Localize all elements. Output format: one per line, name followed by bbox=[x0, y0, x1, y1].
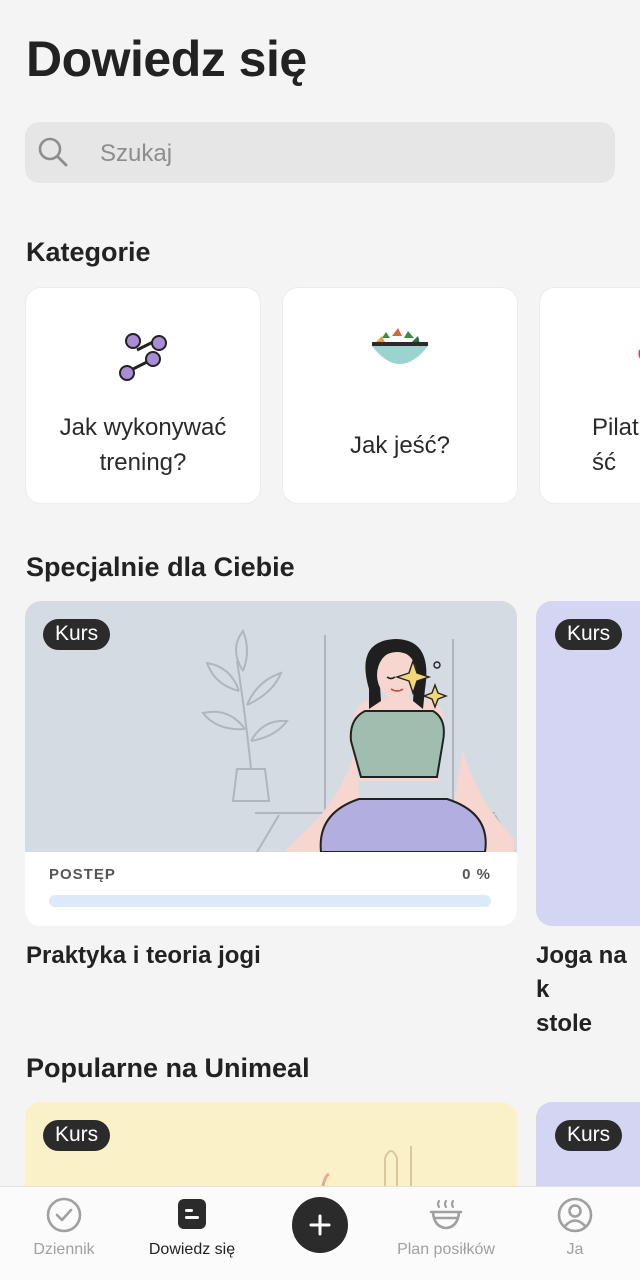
category-label: Pilat ść bbox=[592, 414, 639, 476]
tab-profile[interactable]: Ja bbox=[511, 1187, 639, 1280]
tab-meal-plan[interactable]: Plan posiłków bbox=[382, 1187, 510, 1280]
tab-learn[interactable]: Dowiedz się bbox=[128, 1187, 256, 1280]
illustration-fragment bbox=[321, 1146, 412, 1186]
category-label: Jak jeść? bbox=[349, 432, 451, 459]
course-card-chair-yoga[interactable]: Kurs bbox=[536, 601, 640, 926]
search-input[interactable]: Szukaj bbox=[25, 122, 615, 183]
profile-icon bbox=[557, 1197, 593, 1233]
plus-icon bbox=[309, 1214, 331, 1236]
progress-value: 0 % bbox=[462, 866, 491, 883]
tab-label: Plan posiłków bbox=[397, 1241, 495, 1258]
check-circle-icon bbox=[46, 1197, 82, 1233]
learn-icon bbox=[178, 1199, 206, 1229]
course-card-yoga[interactable]: Kurs POSTĘP 0 % bbox=[25, 601, 517, 926]
course-badge: Kurs bbox=[555, 1120, 623, 1151]
tab-label: Dziennik bbox=[33, 1241, 95, 1258]
category-card-training[interactable]: Jak wykonywać trening? bbox=[25, 287, 261, 504]
category-card-pilates[interactable]: Pilat ść bbox=[539, 287, 640, 504]
search-icon bbox=[38, 137, 68, 167]
progress-bar bbox=[49, 895, 491, 907]
bottom-tab-bar: Dziennik Dowiedz się Plan posiłków Ja bbox=[0, 1186, 640, 1280]
search-placeholder: Szukaj bbox=[100, 140, 173, 167]
course-badge: Kurs bbox=[43, 619, 111, 650]
progress-label: POSTĘP bbox=[49, 866, 116, 883]
learn-screen: Dowiedz się Szukaj Kategorie Jak wykonyw… bbox=[0, 0, 640, 1280]
course-title[interactable]: Joga na k stole bbox=[536, 939, 640, 1041]
salad-bowl-icon bbox=[372, 328, 428, 364]
pilates-icon bbox=[638, 349, 640, 359]
course-title[interactable]: Praktyka i teoria jogi bbox=[26, 939, 261, 973]
page-title: Dowiedz się bbox=[26, 31, 307, 87]
add-button[interactable] bbox=[292, 1197, 348, 1253]
for-you-title: Specjalnie dla Ciebie bbox=[26, 552, 295, 582]
category-card-eating[interactable]: Jak jeść? bbox=[282, 287, 518, 504]
dumbbell-icon bbox=[119, 333, 167, 381]
course-badge: Kurs bbox=[555, 619, 623, 650]
course-badge: Kurs bbox=[43, 1120, 111, 1151]
popular-title: Popularne na Unimeal bbox=[26, 1053, 310, 1083]
categories-title: Kategorie bbox=[26, 237, 151, 267]
category-label: Jak wykonywać trening? bbox=[59, 414, 227, 476]
tab-journal[interactable]: Dziennik bbox=[0, 1187, 128, 1280]
tab-label: Dowiedz się bbox=[148, 1241, 236, 1258]
meal-bowl-icon bbox=[429, 1199, 463, 1230]
tab-label: Ja bbox=[566, 1241, 584, 1258]
